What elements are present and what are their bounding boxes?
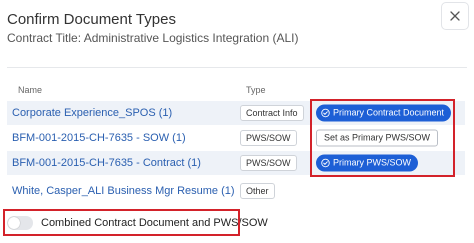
check-circle-icon xyxy=(321,158,330,168)
type-dropdown[interactable]: Other xyxy=(240,183,275,199)
close-icon xyxy=(450,11,460,21)
document-link[interactable]: BFM-001-2015-CH-7635 - SOW (1) xyxy=(12,132,186,144)
toggle-knob xyxy=(8,217,20,229)
table-row: BFM-001-2015-CH-7635 - Contract (1) PWS/… xyxy=(7,151,465,175)
primary-pill-label: Primary Contract Document xyxy=(333,107,445,118)
table-row: Corporate Experience_SPOS (1) Contract I… xyxy=(7,101,465,125)
confirm-document-types-dialog: Confirm Document Types Contract Title: A… xyxy=(0,0,474,243)
column-header-type: Type xyxy=(246,85,266,95)
set-as-primary-pws-sow-button[interactable]: Set as Primary PWS/SOW xyxy=(316,129,439,147)
dialog-title: Confirm Document Types xyxy=(7,11,176,28)
table-row: White, Casper_ALI Business Mgr Resume (1… xyxy=(7,179,465,203)
header-divider xyxy=(7,67,467,68)
primary-pill-label: Primary PWS/SOW xyxy=(333,157,411,168)
type-dropdown[interactable]: Contract Info xyxy=(240,105,304,121)
combined-document-toggle-row: Combined Contract Document and PWS/SOW xyxy=(7,214,268,232)
check-circle-icon xyxy=(321,108,330,118)
document-link[interactable]: White, Casper_ALI Business Mgr Resume (1… xyxy=(12,185,235,197)
toggle-label: Combined Contract Document and PWS/SOW xyxy=(41,217,268,229)
close-button[interactable] xyxy=(441,2,469,30)
document-link[interactable]: BFM-001-2015-CH-7635 - Contract (1) xyxy=(12,157,201,169)
table-row: BFM-001-2015-CH-7635 - SOW (1) PWS/SOW S… xyxy=(7,126,465,150)
document-link[interactable]: Corporate Experience_SPOS (1) xyxy=(12,107,172,119)
dialog-subtitle: Contract Title: Administrative Logistics… xyxy=(7,31,299,45)
primary-pws-sow-badge[interactable]: Primary PWS/SOW xyxy=(316,154,418,172)
primary-contract-document-badge[interactable]: Primary Contract Document xyxy=(316,104,452,122)
type-dropdown[interactable]: PWS/SOW xyxy=(240,130,297,146)
type-dropdown[interactable]: PWS/SOW xyxy=(240,155,297,171)
column-header-name: Name xyxy=(18,85,43,95)
combined-document-toggle[interactable] xyxy=(7,216,33,230)
